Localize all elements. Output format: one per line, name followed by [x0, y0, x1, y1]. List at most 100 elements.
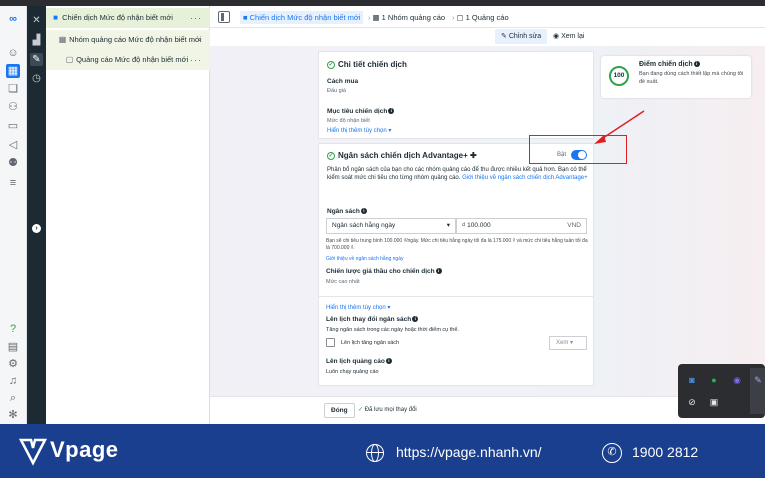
score-title: Điểm chiến dịch i	[639, 61, 700, 68]
breadcrumb-campaign-label: Chiến dịch Mức độ nhận biết mới	[249, 13, 361, 22]
score-title-text: Điểm chiến dịch	[639, 61, 693, 68]
mode-bar: ✎ Chỉnh sửa ◉ Xem lại	[210, 28, 765, 46]
tray-tool-icon[interactable]: ▣	[708, 396, 720, 408]
link-icon[interactable]: ⊘	[686, 396, 698, 408]
menu-icon[interactable]: ≡	[6, 176, 20, 190]
megaphone-icon[interactable]: ◁	[6, 138, 20, 152]
adset-grid-icon: ▦	[58, 35, 67, 44]
score-description: Bạn đang dùng cách thiết lập mà chúng tô…	[639, 71, 744, 85]
tree-campaign-label: Chiến dịch Mức độ nhận biết mới	[62, 13, 173, 22]
show-more-options-link-2[interactable]: Hiển thị thêm tùy chọn ▾	[326, 304, 390, 311]
info-icon[interactable]: i	[435, 268, 442, 275]
bug-icon[interactable]: ✻	[6, 408, 20, 422]
info-icon[interactable]: i	[412, 316, 419, 323]
pages-icon[interactable]: ❏	[6, 82, 20, 96]
more-options-icon[interactable]: ···	[190, 50, 202, 70]
grid-icon[interactable]: ▦	[6, 64, 20, 78]
editor-canvas: ✓ Chi tiết chiến dịch Cách mua Đấu giá Mụ…	[210, 46, 765, 396]
tree-item-ad[interactable]: ▢ Quảng cáo Mức độ nhận biết mới ···	[46, 50, 210, 70]
breadcrumb-ad[interactable]: › ▢ 1 Quảng cáo	[447, 11, 512, 24]
pen-icon[interactable]: ✎	[752, 374, 764, 386]
website-link[interactable]: https://vpage.nhanh.vn/	[396, 444, 542, 460]
daily-budget-link[interactable]: Giới thiệu về ngân sách hằng ngày	[326, 256, 404, 262]
budget-description: Phân bổ ngân sách của bạn cho các nhóm q…	[327, 166, 589, 182]
bid-strategy-value: Mức cao nhất	[326, 279, 360, 285]
info-icon[interactable]: i	[693, 61, 700, 68]
vpage-logo-icon	[18, 438, 48, 466]
details-title-text: Chi tiết chiến dịch	[338, 60, 407, 69]
expand-chevron-icon[interactable]: ›	[32, 224, 41, 233]
details-title: ✓ Chi tiết chiến dịch	[327, 60, 407, 69]
spotify-icon[interactable]: ●	[708, 374, 720, 386]
info-icon[interactable]: i	[388, 108, 395, 115]
panel-toggle-icon[interactable]	[218, 11, 230, 23]
edit-label: Chỉnh sửa	[508, 33, 542, 40]
campaign-score-card: 100 Điểm chiến dịch i Bạn đang dùng cách …	[601, 56, 751, 98]
buying-type-value: Đấu giá	[327, 88, 346, 94]
schedule-checkbox-label: Lên lịch tăng ngân sách	[341, 340, 400, 346]
meta-logo-icon[interactable]: ∞	[6, 12, 20, 26]
ad-schedule-label: Lên lịch quảng cáo i	[326, 358, 392, 365]
schedule-label-text: Lên lịch thay đổi ngân sách	[326, 316, 412, 323]
ad-schedule-label-text: Lên lịch quảng cáo	[326, 358, 385, 365]
saved-check-icon: ✓	[358, 407, 365, 413]
schedule-checkbox[interactable]	[326, 338, 335, 347]
more-options-icon[interactable]: ···	[190, 8, 202, 28]
brand-banner: Vpage https://vpage.nhanh.vn/ ✆ 1900 281…	[0, 424, 765, 478]
campaign-tree: ■ Chiến dịch Mức độ nhận biết mới ··· ▦ …	[46, 6, 210, 424]
search-icon[interactable]: ⌕	[6, 391, 20, 405]
edit-pencil-icon[interactable]: ✎	[30, 53, 43, 66]
score-ring: 100	[609, 66, 629, 86]
breadcrumb-campaign[interactable]: ■ Chiến dịch Mức độ nhận biết mới	[240, 11, 364, 24]
bid-strategy-label: Chiến lược giá thầu cho chiến dịch i	[326, 268, 442, 275]
annotation-arrow-icon	[594, 110, 645, 144]
objective-label: Mục tiêu chiến dịch i	[327, 108, 395, 115]
ad-schedule-value: Luôn chạy quảng cáo	[326, 369, 379, 375]
report-icon[interactable]: ▤	[6, 340, 20, 354]
budget-title-text: Ngân sách chiến dịch Advantage+ ✚	[338, 151, 477, 160]
check-icon: ✓	[327, 60, 335, 69]
app-rail: ∞ ☺ ▦ ❏ ⚇ ▭ ◁ ⚉ ≡ ? ▤ ⚙ ♫ ⌕ ✻	[0, 6, 27, 424]
tray-app-icon[interactable]: ◙	[686, 374, 698, 386]
phone-number[interactable]: 1900 2812	[632, 444, 698, 460]
settings-icon[interactable]: ⚙	[6, 357, 20, 371]
budget-label-text: Ngân sách	[327, 208, 360, 215]
learn-budget-link[interactable]: Giới thiệu về ngân sách chiến dịch Advan…	[462, 175, 588, 181]
phone-icon: ✆	[602, 443, 622, 463]
smiley-icon[interactable]: ☺	[6, 46, 20, 60]
info-icon[interactable]: i	[385, 358, 392, 365]
tree-item-campaign[interactable]: ■ Chiến dịch Mức độ nhận biết mới ···	[46, 8, 210, 28]
system-tray-popup: ◙ ● ◉ ✎ ⊘ ▣	[678, 364, 765, 418]
info-icon[interactable]: i	[360, 208, 367, 215]
review-button[interactable]: ◉ Xem lại	[553, 29, 584, 44]
close-button[interactable]: Đóng	[324, 403, 355, 418]
people-icon[interactable]: ⚉	[6, 156, 20, 170]
more-options-icon[interactable]: ···	[190, 30, 202, 50]
billing-icon[interactable]: ▭	[6, 119, 20, 133]
budget-amount-input[interactable]: ₫ 100.000 VND	[456, 218, 587, 234]
breadcrumb-adset[interactable]: › ▦ 1 Nhóm quảng cáo	[363, 11, 448, 24]
currency-label: VND	[567, 222, 581, 229]
chart-icon[interactable]: ▟	[30, 34, 43, 47]
tree-item-adset[interactable]: ▦ Nhóm quảng cáo Mức độ nhận biết mới ··…	[46, 30, 210, 50]
bid-strategy-label-text: Chiến lược giá thầu cho chiến dịch	[326, 268, 435, 275]
close-icon[interactable]: ✕	[30, 14, 43, 27]
bell-icon[interactable]: ♫	[6, 374, 20, 388]
schedule-label: Lên lịch thay đổi ngân sách i	[326, 316, 419, 323]
edit-button[interactable]: ✎ Chỉnh sửa	[495, 29, 548, 44]
objective-value: Mức độ nhận biết	[327, 118, 370, 124]
view-schedule-button[interactable]: Xem ▾	[549, 336, 587, 350]
breadcrumb-ad-label: 1 Quảng cáo	[465, 13, 509, 22]
audience-icon[interactable]: ⚇	[6, 100, 20, 114]
budget-type-select[interactable]: Ngân sách hằng ngày ▾	[326, 218, 456, 234]
globe-icon	[366, 444, 384, 462]
caret-down-icon: ▾	[446, 222, 450, 229]
breadcrumb-adset-label: 1 Nhóm quảng cáo	[381, 13, 446, 22]
history-icon[interactable]: ◷	[30, 72, 43, 85]
show-more-options-link[interactable]: Hiển thị thêm tùy chọn ▾	[327, 127, 391, 134]
editor-header: ■ Chiến dịch Mức độ nhận biết mới › ▦ 1 N…	[210, 6, 765, 28]
objective-label-text: Mục tiêu chiến dịch	[327, 108, 388, 115]
help-icon[interactable]: ?	[6, 322, 20, 336]
budget-amount-value: ₫ 100.000	[462, 222, 491, 229]
viber-icon[interactable]: ◉	[731, 374, 743, 386]
